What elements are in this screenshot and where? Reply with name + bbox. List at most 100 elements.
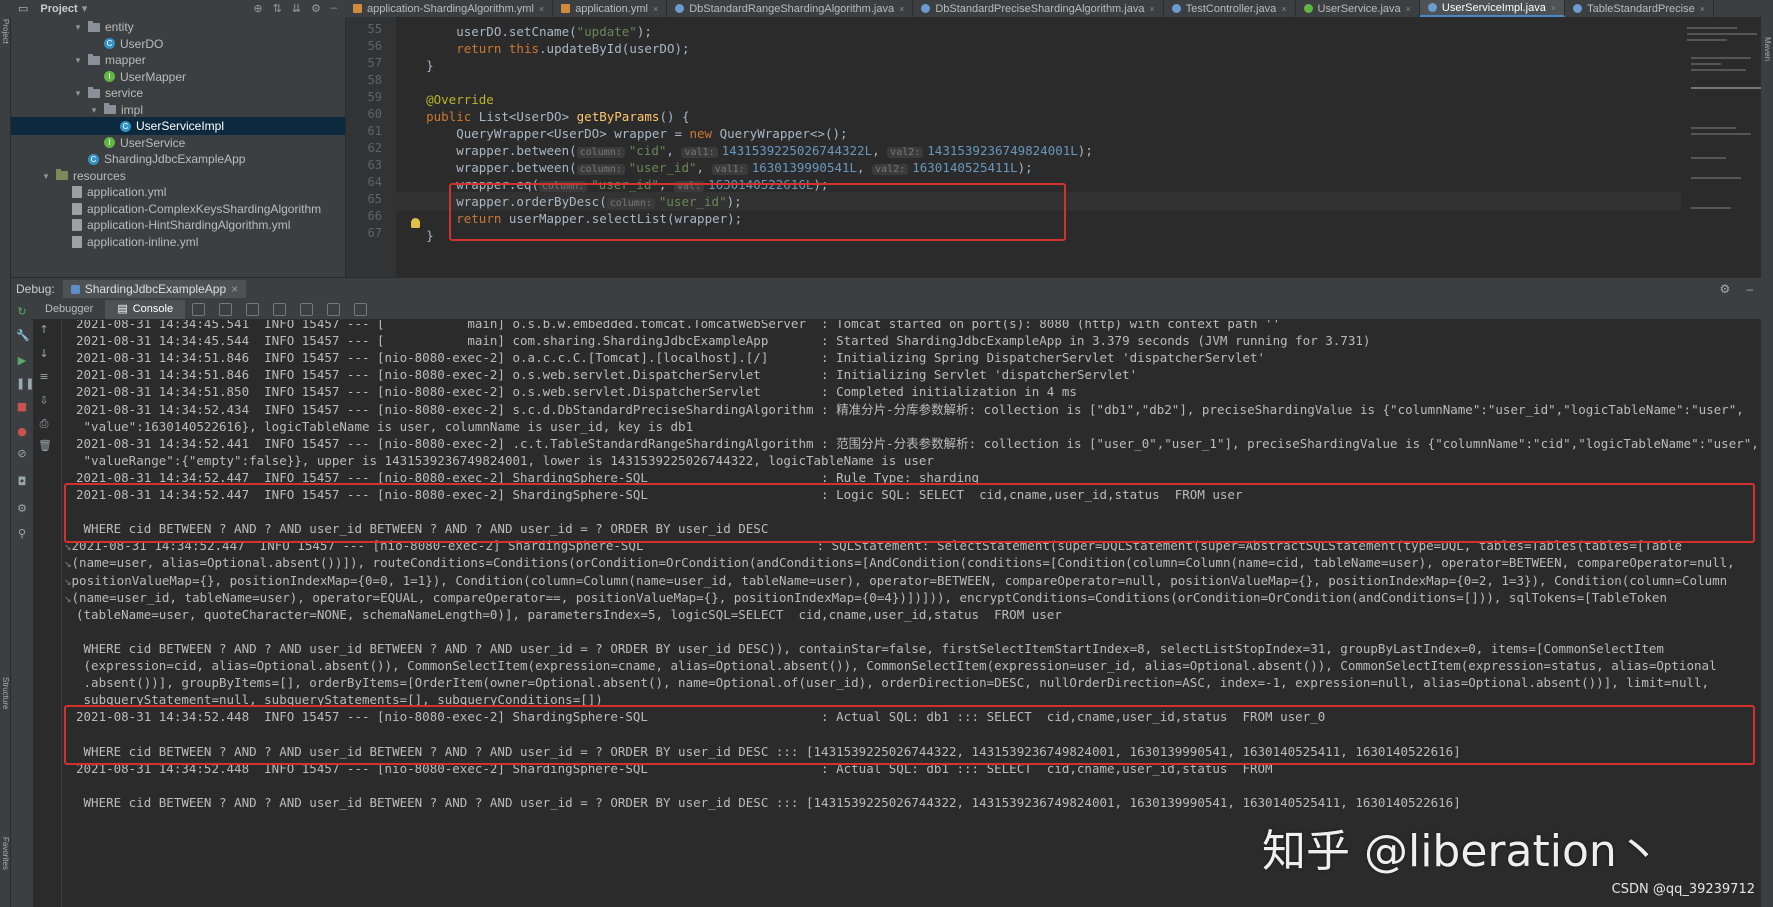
- chevron-down-icon[interactable]: ▾: [89, 101, 99, 119]
- console-line-text: (name=user, alias=Optional.absent())]), …: [71, 555, 1735, 571]
- lightbulb-icon[interactable]: [411, 218, 420, 228]
- console-line-text: (expression=cid, alias=Optional.absent()…: [76, 658, 1717, 673]
- tree-item-usermapper[interactable]: I UserMapper: [11, 68, 345, 86]
- tree-item-label: application-HintShardingAlgorithm.yml: [87, 218, 291, 232]
- step-into-icon[interactable]: [219, 303, 233, 316]
- wrench-icon[interactable]: 🔧: [16, 330, 30, 342]
- tab-application-yml[interactable]: application.yml ×: [553, 0, 668, 17]
- project-panel-title[interactable]: Project: [40, 3, 77, 15]
- stop-icon[interactable]: ■: [16, 401, 28, 413]
- tree-item-resources[interactable]: ▾ resources: [11, 167, 345, 185]
- mute-breakpoints-icon[interactable]: ⊘: [16, 448, 28, 460]
- tree-item-label: entity: [105, 20, 134, 34]
- line-number: 58: [367, 73, 382, 87]
- debug-toolbar: ↻ 🔧 ▶ ❚❚ ■ ● ⊘ ◘ ⚙ ⚲: [11, 300, 34, 907]
- tree-item-label: UserDO: [120, 36, 164, 51]
- gear-icon[interactable]: ⚙: [1720, 282, 1731, 296]
- step-over-icon[interactable]: [192, 303, 206, 316]
- tree-item-service[interactable]: ▾ service: [11, 84, 345, 102]
- run-to-cursor-icon[interactable]: [273, 303, 287, 316]
- debug-session-tab[interactable]: ShardingJdbcExampleApp ×: [62, 280, 247, 298]
- resume-icon[interactable]: ▶: [16, 355, 28, 367]
- console-line-text: 2021-08-31 14:34:52.441 INFO 15457 --- […: [76, 435, 1759, 451]
- chevron-down-icon[interactable]: ▾: [41, 167, 51, 185]
- tab-dbstandardrangeshardingalgorithm-java[interactable]: DbStandardRangeShardingAlgorithm.java ×: [667, 0, 914, 17]
- side-label-favorites[interactable]: Favorites: [0, 837, 10, 870]
- step-out-icon[interactable]: [246, 303, 260, 316]
- watermark-text: 知乎 @liberation丶: [1262, 826, 1661, 877]
- tab-userserviceimpl-java[interactable]: UserServiceImpl.java ×: [1419, 0, 1566, 17]
- table-view-icon[interactable]: [327, 303, 341, 316]
- breakpoints-icon[interactable]: ●: [16, 426, 28, 438]
- expand-icon[interactable]: ⇅: [273, 2, 282, 15]
- pause-icon[interactable]: ❚❚: [16, 378, 34, 390]
- tab-debugger[interactable]: Debugger: [33, 300, 105, 319]
- tree-item-mapper[interactable]: ▾ mapper: [11, 51, 345, 69]
- chevron-down-icon[interactable]: ▾: [73, 18, 83, 36]
- locate-icon[interactable]: ⊕: [253, 2, 262, 15]
- tree-item-application-yml[interactable]: application.yml: [11, 183, 345, 201]
- pin-icon[interactable]: ⚲: [16, 528, 28, 540]
- tree-item-entity[interactable]: ▾ entity: [11, 18, 345, 36]
- tab-dbstandardpreciseshardingalgorithm-java[interactable]: DbStandardPreciseShardingAlgorithm.java ×: [913, 0, 1164, 17]
- scroll-down-icon[interactable]: ↓: [38, 348, 50, 360]
- tab-application-shardingalgorithm-yml[interactable]: application-ShardingAlgorithm.yml ×: [345, 0, 554, 17]
- chevron-down-icon[interactable]: ▾: [82, 2, 88, 15]
- close-icon[interactable]: ×: [1700, 4, 1705, 14]
- minimize-icon[interactable]: –: [1746, 282, 1753, 296]
- tab-tablestandardprecise[interactable]: TableStandardPrecise ×: [1565, 0, 1714, 17]
- tree-item-impl[interactable]: ▾ impl: [11, 101, 345, 119]
- soft-wrap-icon: ↘: [64, 572, 72, 588]
- tab-userservice-java[interactable]: UserService.java ×: [1296, 0, 1420, 17]
- soft-wrap-icon: ↘: [64, 555, 72, 571]
- side-label-maven[interactable]: Maven: [1762, 37, 1772, 61]
- close-icon[interactable]: ×: [539, 4, 544, 14]
- print-icon[interactable]: ⎙: [38, 418, 50, 430]
- collapse-icon[interactable]: ⇊: [292, 2, 301, 15]
- chevron-down-icon[interactable]: ▾: [73, 84, 83, 102]
- close-icon[interactable]: ×: [1281, 4, 1286, 14]
- close-icon[interactable]: ×: [1406, 4, 1411, 14]
- class-icon: [921, 4, 931, 13]
- close-icon[interactable]: ×: [1551, 3, 1556, 13]
- tree-item-application-hintshardingalgorithm-yml[interactable]: application-HintShardingAlgorithm.yml: [11, 216, 345, 234]
- tab-label: DbStandardRangeShardingAlgorithm.java: [689, 2, 895, 15]
- console-line-text: "value":1630140522616}, logicTableName i…: [76, 418, 694, 434]
- tab-testcontroller-java[interactable]: TestController.java ×: [1164, 0, 1296, 17]
- tree-item-label: impl: [121, 102, 144, 117]
- class-icon: [1573, 4, 1583, 13]
- tree-item-userserviceimpl[interactable]: C UserServiceImpl: [11, 117, 345, 135]
- folder-icon: [104, 103, 116, 114]
- evaluate-icon[interactable]: [300, 303, 314, 316]
- scroll-up-icon[interactable]: ↑: [38, 324, 50, 336]
- list-view-icon[interactable]: [354, 303, 368, 316]
- side-label-project[interactable]: Project: [0, 19, 10, 44]
- minimize-icon[interactable]: –: [331, 2, 337, 15]
- camera-icon[interactable]: ◘: [16, 476, 28, 488]
- soft-wrap-icon[interactable]: ≡: [38, 371, 50, 383]
- close-icon[interactable]: ×: [231, 282, 238, 296]
- settings-icon[interactable]: ⚙: [16, 503, 28, 515]
- debug-label: Debug:: [16, 282, 55, 296]
- close-icon[interactable]: ×: [653, 4, 658, 14]
- console-line-text: .absent())], groupByItems=[], orderByIte…: [76, 675, 1710, 691]
- scroll-to-end-icon[interactable]: ⇩: [38, 395, 50, 407]
- tree-item-userservice[interactable]: I UserService: [11, 134, 345, 152]
- debug-header: Debug: ShardingJdbcExampleApp × ⚙ –: [11, 277, 1761, 300]
- code-minimap[interactable]: [1681, 17, 1773, 277]
- tree-item-application-inline-yml[interactable]: application-inline.yml: [11, 233, 345, 251]
- tree-item-userdo[interactable]: C UserDO: [11, 35, 345, 53]
- class-icon: [675, 4, 685, 13]
- line-number: 61: [367, 124, 382, 138]
- close-icon[interactable]: ×: [1149, 4, 1154, 14]
- rerun-icon[interactable]: ↻: [16, 306, 28, 318]
- tree-item-shardingjdbcexampleapp[interactable]: C ShardingJdbcExampleApp: [11, 150, 345, 168]
- close-icon[interactable]: ×: [899, 4, 904, 14]
- tree-item-label: UserService: [120, 135, 186, 150]
- tab-console[interactable]: ▤ Console: [105, 300, 186, 319]
- trash-icon[interactable]: 🗑: [38, 440, 52, 452]
- side-label-structure[interactable]: Structure: [0, 677, 10, 709]
- gear-icon[interactable]: ⚙: [311, 2, 321, 15]
- chevron-down-icon[interactable]: ▾: [73, 51, 83, 69]
- tree-item-application-complexkeysshardingalgorithm[interactable]: application-ComplexKeysShardingAlgorithm: [11, 200, 345, 218]
